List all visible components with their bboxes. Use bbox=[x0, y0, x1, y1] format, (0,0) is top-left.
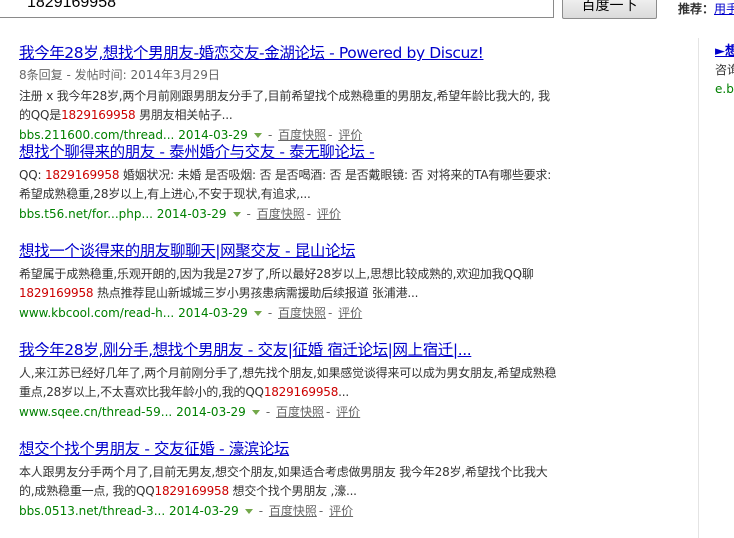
abstract-text: ... bbox=[338, 385, 350, 399]
result-title-link[interactable]: 想交个找个男朋友 - 交友征婚 - 濠滨论坛 bbox=[19, 437, 579, 461]
separator: - bbox=[306, 207, 312, 221]
result-abstract: 希望属于成熟稳重,乐观开朗的,因为我是27岁了,所以最好28岁以上,思想比较成熟… bbox=[19, 265, 559, 303]
result-url-line: www.kbcool.com/read-h... 2014-03-29 - 百度快… bbox=[19, 303, 579, 323]
result-title-link[interactable]: 我今年28岁,想找个男朋友-婚恋交友-金湖论坛 - Powered by Dis… bbox=[19, 41, 579, 65]
result-item: 我今年28岁,想找个男朋友-婚恋交友-金湖论坛 - Powered by Dis… bbox=[19, 41, 579, 142]
recommend-label: 推荐： bbox=[678, 2, 715, 16]
sidebar-divider bbox=[698, 38, 699, 538]
result-abstract: 注册 x 我今年28岁,两个月前刚跟男朋友分手了,目前希望找个成熟稳重的男朋友,… bbox=[19, 87, 559, 125]
recommend-link[interactable]: 用手 bbox=[714, 2, 734, 16]
abstract-highlight: 1829169958 bbox=[19, 286, 94, 300]
result-abstract: QQ: 1829169958 婚姻状况: 未婚 是否吸烟: 否 是否喝酒: 否 … bbox=[19, 166, 559, 204]
result-url-line: bbs.0513.net/thread-3... 2014-03-29 - 百度快… bbox=[19, 501, 579, 521]
abstract-text: QQ: bbox=[19, 168, 45, 182]
abstract-text: 希望属于成熟稳重,乐观开朗的,因为我是27岁了,所以最好28岁以上,思想比较成熟… bbox=[19, 267, 534, 281]
abstract-highlight: 1829169958 bbox=[263, 385, 339, 399]
snapshot-link[interactable]: 百度快照 bbox=[257, 207, 305, 221]
snapshot-link[interactable]: 百度快照 bbox=[278, 306, 326, 320]
caret-down-icon[interactable] bbox=[253, 310, 262, 316]
caret-down-icon[interactable] bbox=[251, 409, 260, 415]
result-url[interactable]: bbs.t56.net/for...php... bbox=[19, 207, 153, 221]
separator: - bbox=[267, 306, 273, 320]
results-list: 我今年28岁,想找个男朋友-婚恋交友-金湖论坛 - Powered by Dis… bbox=[19, 41, 579, 536]
review-link[interactable]: 评价 bbox=[336, 405, 360, 419]
separator: - bbox=[326, 405, 331, 419]
side-ad-title[interactable]: ►想 bbox=[715, 42, 734, 61]
side-ad-desc: 咨询 bbox=[715, 63, 734, 77]
snapshot-link[interactable]: 百度快照 bbox=[269, 504, 317, 518]
abstract-highlight: 1829169958 bbox=[154, 484, 230, 498]
snapshot-link[interactable]: 百度快照 bbox=[276, 405, 324, 419]
review-link[interactable]: 评价 bbox=[317, 207, 341, 221]
result-abstract: 本人跟男友分手两个月了,目前无男友,想交个朋友,如果适合考虑做男朋友 我今年28… bbox=[19, 463, 559, 501]
abstract-highlight: 1829169958 bbox=[44, 168, 120, 182]
result-date: 2014-03-29 bbox=[168, 504, 239, 518]
review-link[interactable]: 评价 bbox=[338, 306, 362, 320]
result-item: 想交个找个男朋友 - 交友征婚 - 濠滨论坛 本人跟男友分手两个月了,目前无男友… bbox=[19, 437, 579, 536]
abstract-text: 热点推荐昆山新城城三岁小男孩患病需援助后续报道 张浦港... bbox=[93, 286, 419, 300]
result-abstract: 人,来江苏已经好几年了,两个月前刚分手了,想先找个朋友,如果感觉谈得来可以成为男… bbox=[19, 364, 559, 402]
result-url[interactable]: bbs.0513.net/thread-3... bbox=[19, 504, 165, 518]
separator: - bbox=[265, 405, 271, 419]
result-url[interactable]: www.kbcool.com/read-h... bbox=[19, 306, 174, 320]
review-link[interactable]: 评价 bbox=[329, 504, 353, 518]
result-item: 想找一个谈得来的朋友聊聊天|网聚交友 - 昆山论坛 希望属于成熟稳重,乐观开朗的… bbox=[19, 239, 579, 338]
separator: - bbox=[258, 504, 264, 518]
result-url-line: bbs.t56.net/for...php... 2014-03-29 - 百度快… bbox=[19, 204, 579, 224]
result-date: 2014-03-29 bbox=[178, 306, 248, 320]
result-item: 我今年28岁,刚分手,想找个男朋友 - 交友|征婚 宿迁论坛|网上宿迁|... … bbox=[19, 338, 579, 437]
result-date: 2014-03-29 bbox=[176, 405, 246, 419]
caret-down-icon[interactable] bbox=[253, 132, 262, 138]
caret-down-icon[interactable] bbox=[232, 211, 241, 217]
side-ad[interactable]: ►想 咨询 e.b bbox=[715, 42, 734, 99]
separator: - bbox=[246, 207, 251, 221]
separator: - bbox=[318, 504, 324, 518]
result-title-link[interactable]: 我今年28岁,刚分手,想找个男朋友 - 交友|征婚 宿迁论坛|网上宿迁|... bbox=[19, 338, 579, 362]
abstract-text: 想交个找个男朋友 ,濠... bbox=[228, 484, 357, 498]
caret-down-icon[interactable] bbox=[244, 508, 253, 514]
search-input[interactable] bbox=[0, 0, 554, 18]
result-item: 想找个聊得来的朋友 - 泰州婚介与交友 - 泰无聊论坛 - QQ: 182916… bbox=[19, 140, 579, 239]
side-ad-url: e.b bbox=[715, 82, 734, 96]
result-url-line: www.sqee.cn/thread-59... 2014-03-29 - 百度快… bbox=[19, 402, 579, 422]
search-button[interactable]: 百度一下 bbox=[562, 0, 657, 19]
result-title-link[interactable]: 想找一个谈得来的朋友聊聊天|网聚交友 - 昆山论坛 bbox=[19, 239, 579, 263]
separator: - bbox=[328, 306, 333, 320]
abstract-highlight: 1829169958 bbox=[61, 108, 136, 122]
result-date: 2014-03-29 bbox=[156, 207, 227, 221]
abstract-text: 男朋友相关帖子... bbox=[135, 108, 233, 122]
result-meta: 8条回复 - 发帖时间: 2014年3月29日 bbox=[19, 68, 220, 82]
recommend-bar: 推荐：用手 bbox=[678, 0, 734, 17]
result-url[interactable]: www.sqee.cn/thread-59... bbox=[19, 405, 172, 419]
result-title-link[interactable]: 想找个聊得来的朋友 - 泰州婚介与交友 - 泰无聊论坛 - bbox=[19, 140, 579, 164]
